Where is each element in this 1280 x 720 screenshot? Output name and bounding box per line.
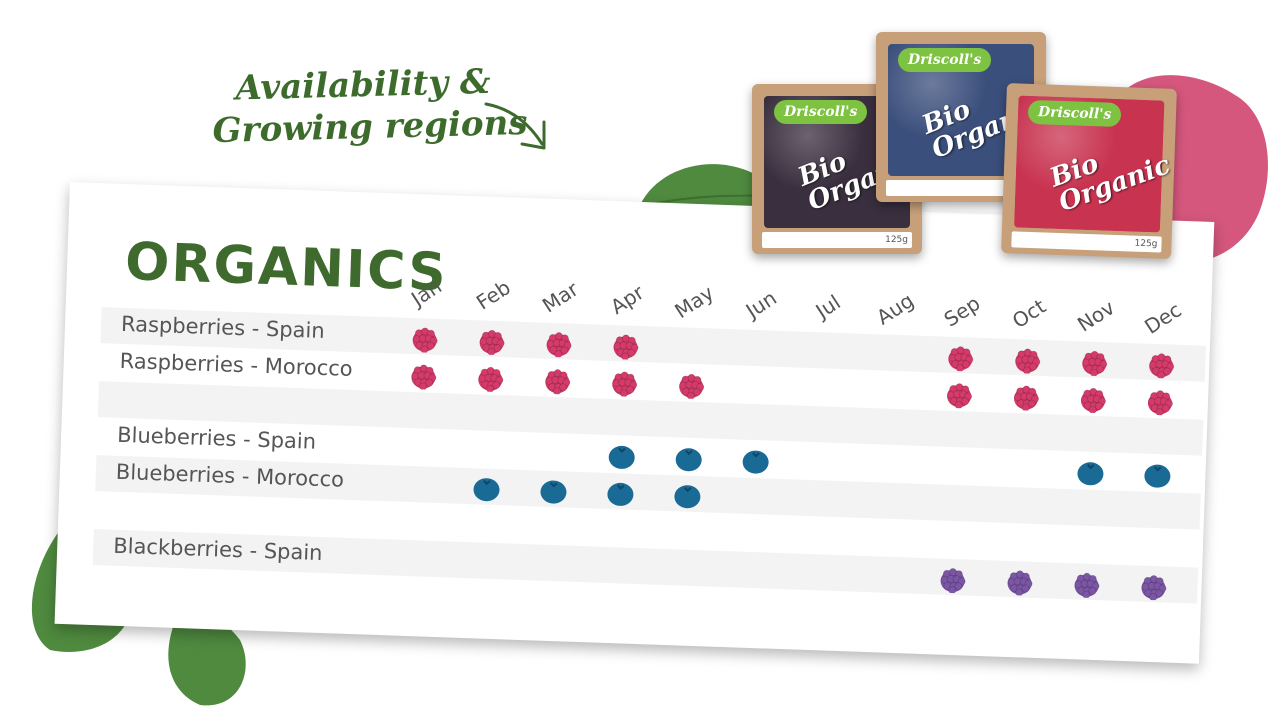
month-label: Mar (537, 276, 583, 318)
raspberry-icon (945, 380, 974, 410)
row-label: Raspberries - Morocco (119, 348, 354, 381)
raspberry-icon (1012, 382, 1041, 412)
blueberry-icon (1143, 461, 1172, 490)
brand-logo: Driscoll's (774, 100, 868, 124)
blueberry-icon (539, 477, 568, 506)
raspberry-icon (677, 370, 706, 400)
raspberry-icon (1147, 350, 1176, 380)
blackberry-icon (1139, 572, 1168, 602)
blackberry-icon (1072, 569, 1101, 599)
month-label: May (670, 280, 719, 324)
raspberry-icon (946, 343, 975, 373)
raspberry-icon (544, 329, 573, 359)
month-label: Feb (471, 275, 515, 315)
blueberry-icon (1076, 458, 1105, 487)
raspberry-icon (1013, 345, 1042, 375)
blueberry-icon (673, 481, 702, 510)
blackberry-icon (1005, 567, 1034, 597)
promo-graphic: Availability & Growing regions ORGANICS … (0, 0, 1280, 720)
pack-weight: 125g (1011, 231, 1162, 253)
blueberry-icon (741, 447, 770, 476)
blueberry-icon (606, 479, 635, 508)
product-pack-raspberry: Driscoll's Bio Organic 125g (1001, 83, 1177, 259)
brand-logo: Driscoll's (898, 48, 992, 72)
row-label: Blueberries - Spain (116, 422, 317, 454)
raspberry-icon (1080, 347, 1109, 377)
raspberry-icon (610, 368, 639, 398)
month-label: Sep (939, 290, 985, 332)
brand-logo: Driscoll's (1027, 99, 1122, 128)
headline-line-2: Growing regions (212, 102, 528, 152)
headline: Availability & Growing regions (211, 60, 528, 152)
month-label: Aug (872, 288, 918, 330)
month-label: Dec (1140, 297, 1186, 339)
blueberry-icon (674, 444, 703, 473)
pack-weight: 125g (762, 232, 912, 248)
raspberry-icon (1079, 384, 1108, 414)
month-label: Oct (1007, 294, 1051, 334)
raspberry-icon (1146, 387, 1175, 417)
blueberry-icon (472, 474, 501, 503)
raspberry-icon (611, 331, 640, 361)
month-label: Apr (606, 280, 649, 320)
month-label: Jun (741, 285, 781, 323)
month-label: Nov (1073, 295, 1119, 337)
raspberry-icon (409, 361, 438, 391)
raspberry-icon (410, 324, 439, 354)
raspberry-icon (476, 363, 505, 393)
blueberry-icon (607, 442, 636, 471)
arrow-icon (484, 102, 546, 150)
month-label: Jul (811, 289, 845, 324)
raspberry-icon (477, 326, 506, 356)
blackberry-icon (938, 565, 967, 595)
raspberry-icon (543, 366, 572, 396)
